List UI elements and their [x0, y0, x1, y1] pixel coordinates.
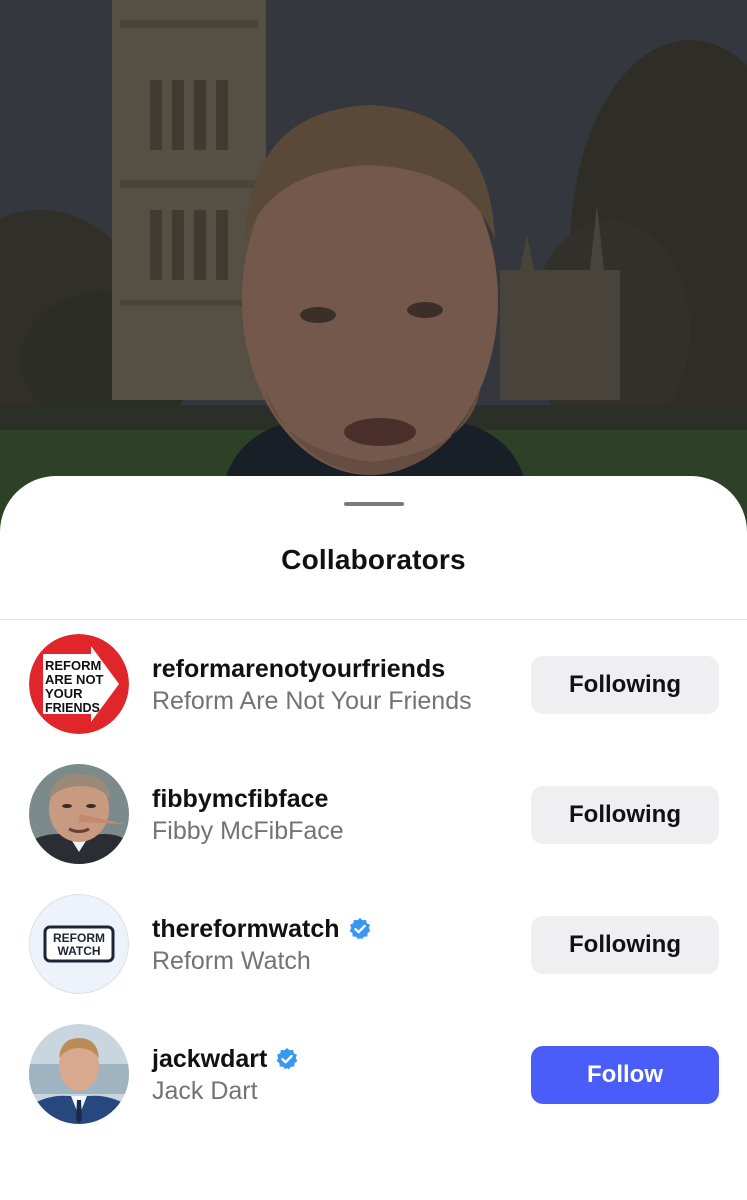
sheet-grabber-handle[interactable] — [344, 502, 404, 506]
svg-text:WATCH: WATCH — [57, 944, 100, 958]
verified-badge-icon — [348, 917, 372, 941]
svg-text:ARE NOT: ARE NOT — [45, 672, 104, 687]
collaborator-full-name: Jack Dart — [152, 1077, 258, 1105]
collaborator-full-name: Fibby McFibFace — [152, 817, 344, 845]
collaborator-row[interactable]: REFORM ARE NOT YOUR FRIENDS reformarenot… — [0, 620, 747, 750]
person-portrait-avatar[interactable] — [29, 1024, 129, 1124]
reform-watch-logo[interactable]: REFORM WATCH — [29, 894, 129, 994]
collaborator-names: jackwdart Jack Dart — [152, 1044, 512, 1106]
sheet-title: Collaborators — [281, 544, 466, 575]
verified-badge-icon — [275, 1047, 299, 1071]
svg-text:FRIENDS: FRIENDS — [45, 701, 100, 715]
collaborator-names: fibbymcfibface Fibby McFibFace — [152, 784, 512, 846]
collaborator-row[interactable]: jackwdart Jack Dart Follow — [0, 1010, 747, 1140]
collaborator-username[interactable]: thereformwatch — [152, 915, 340, 944]
svg-text:YOUR: YOUR — [45, 686, 83, 701]
collaborator-username[interactable]: fibbymcfibface — [152, 785, 328, 814]
collaborator-full-name: Reform Watch — [152, 947, 311, 975]
screen: Collaborators REFORM ARE NOT YOUR FRIEND… — [0, 0, 747, 1200]
collaborator-username[interactable]: jackwdart — [152, 1045, 267, 1074]
following-button[interactable]: Following — [531, 916, 719, 974]
collaborators-list: REFORM ARE NOT YOUR FRIENDS reformarenot… — [0, 620, 747, 1140]
reform-are-not-your-friends-logo[interactable]: REFORM ARE NOT YOUR FRIENDS — [29, 634, 129, 734]
collaborator-names: reformarenotyourfriends Reform Are Not Y… — [152, 654, 512, 716]
svg-text:REFORM: REFORM — [53, 931, 105, 945]
following-button[interactable]: Following — [531, 656, 719, 714]
svg-text:REFORM: REFORM — [45, 658, 101, 673]
collaborator-username[interactable]: reformarenotyourfriends — [152, 655, 445, 684]
collaborators-sheet: Collaborators REFORM ARE NOT YOUR FRIEND… — [0, 476, 747, 1200]
follow-button[interactable]: Follow — [531, 1046, 719, 1104]
following-button[interactable]: Following — [531, 786, 719, 844]
caricature-portrait-avatar[interactable] — [29, 764, 129, 864]
collaborator-names: thereformwatch Reform Watch — [152, 914, 512, 976]
collaborator-full-name: Reform Are Not Your Friends — [152, 687, 472, 715]
collaborator-row[interactable]: REFORM WATCH thereformwatch Reform Watch… — [0, 880, 747, 1010]
collaborator-row[interactable]: fibbymcfibface Fibby McFibFace Following — [0, 750, 747, 880]
